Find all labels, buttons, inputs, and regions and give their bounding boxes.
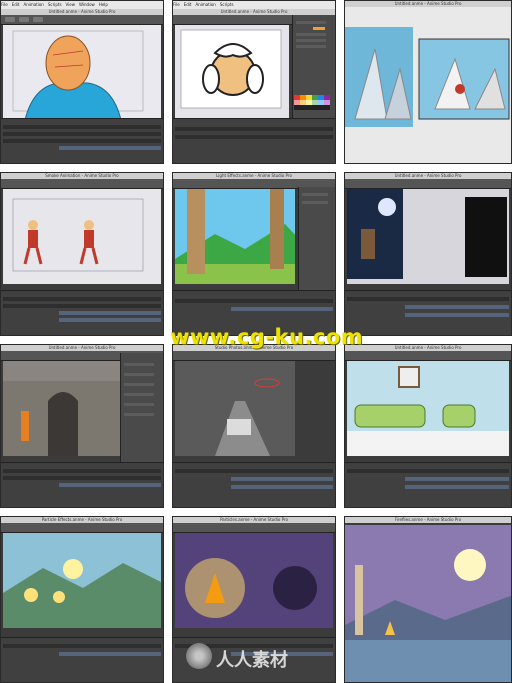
canvas[interactable] — [3, 361, 121, 456]
scene-thumbnails — [345, 27, 510, 127]
screenshot-tile-9: Untitled.anme - Anime Studio Pro — [344, 344, 512, 508]
scene-lake-glow — [3, 533, 161, 628]
timeline[interactable] — [345, 290, 511, 335]
canvas[interactable] — [3, 25, 161, 120]
menu-view[interactable]: View — [66, 2, 76, 7]
menu-file[interactable]: File — [173, 2, 180, 7]
layers-panel[interactable] — [298, 187, 335, 291]
watermark-text: www.cg-ku.com — [170, 325, 364, 349]
canvas[interactable] — [347, 189, 509, 284]
canvas[interactable] — [175, 189, 295, 284]
menu-edit[interactable]: Edit — [184, 2, 192, 7]
timeline[interactable] — [173, 462, 335, 507]
menu-scripts[interactable]: Scripts — [220, 2, 234, 7]
color-palette[interactable] — [294, 95, 334, 117]
character-drawing — [12, 198, 144, 272]
menu-animation[interactable]: Animation — [195, 2, 215, 7]
character-drawing — [12, 30, 144, 120]
screenshot-tile-4: Smoke Animation - Anime Studio Pro — [0, 172, 164, 336]
toolbar — [345, 351, 511, 361]
screenshot-tile-10: Particle Effects.anme - Anime Studio Pro — [0, 516, 164, 683]
screenshot-tile-5: Light Effects.anme - Anime Studio Pro — [172, 172, 336, 336]
toolbar — [1, 179, 163, 189]
logo-text: 人人素材 — [216, 650, 288, 671]
screenshot-tile-6: Untitled.anme - Anime Studio Pro — [344, 172, 512, 336]
canvas[interactable] — [347, 361, 509, 456]
window-title: Fireflies.anme - Anime Studio Pro — [345, 517, 511, 523]
menu-file[interactable]: File — [1, 2, 8, 7]
logo-icon — [186, 643, 212, 669]
scene-forest — [175, 189, 295, 284]
timeline[interactable] — [1, 637, 163, 682]
menu-bar: File Edit Animation Scripts View Window Help — [1, 1, 163, 9]
toolbar — [345, 179, 511, 189]
menu-scripts[interactable]: Scripts — [48, 2, 62, 7]
timeline[interactable] — [173, 118, 335, 163]
menu-help[interactable]: Help — [99, 2, 108, 7]
scene-living-room — [347, 361, 509, 456]
screenshot-tile-7: Untitled.anme - Anime Studio Pro — [0, 344, 164, 508]
canvas[interactable] — [175, 533, 333, 628]
menu-edit[interactable]: Edit — [12, 2, 20, 7]
screenshot-tile-8: Studio Photos.anme - Anime Studio Pro — [172, 344, 336, 508]
timeline[interactable] — [1, 462, 163, 507]
timeline[interactable] — [1, 290, 163, 335]
scene-campfire — [175, 533, 333, 628]
timeline[interactable] — [345, 462, 511, 507]
toolbar — [1, 15, 163, 25]
canvas[interactable] — [3, 189, 161, 284]
window-title: Untitled.anme - Anime Studio Pro — [345, 1, 511, 7]
scene-fireflies — [345, 525, 511, 682]
timeline[interactable] — [1, 118, 163, 163]
scene-night — [347, 189, 507, 279]
screenshot-tile-1: File Edit Animation Scripts View Window Help U… — [0, 0, 164, 164]
properties-panel[interactable] — [120, 353, 163, 463]
canvas[interactable] — [175, 25, 289, 120]
character-drawing — [180, 29, 282, 109]
scene-castle — [3, 381, 121, 456]
toolbar — [173, 351, 335, 361]
style-panel[interactable] — [292, 15, 335, 119]
toolbar — [173, 523, 335, 533]
screenshot-tile-2: File Edit Animation Scripts Untitled.anme -… — [172, 0, 336, 164]
canvas[interactable] — [175, 361, 295, 456]
canvas[interactable] — [3, 533, 161, 628]
toolbar — [1, 523, 163, 533]
tool-button[interactable] — [5, 17, 15, 22]
tool-button[interactable] — [33, 17, 43, 22]
scene-street-photo — [175, 361, 295, 456]
menu-window[interactable]: Window — [79, 2, 95, 7]
tool-button[interactable] — [19, 17, 29, 22]
menu-bar: File Edit Animation Scripts — [173, 1, 335, 9]
screenshot-tile-12: Fireflies.anme - Anime Studio Pro — [344, 516, 512, 683]
menu-animation[interactable]: Animation — [23, 2, 43, 7]
screenshot-tile-3: Untitled.anme - Anime Studio Pro — [344, 0, 512, 164]
